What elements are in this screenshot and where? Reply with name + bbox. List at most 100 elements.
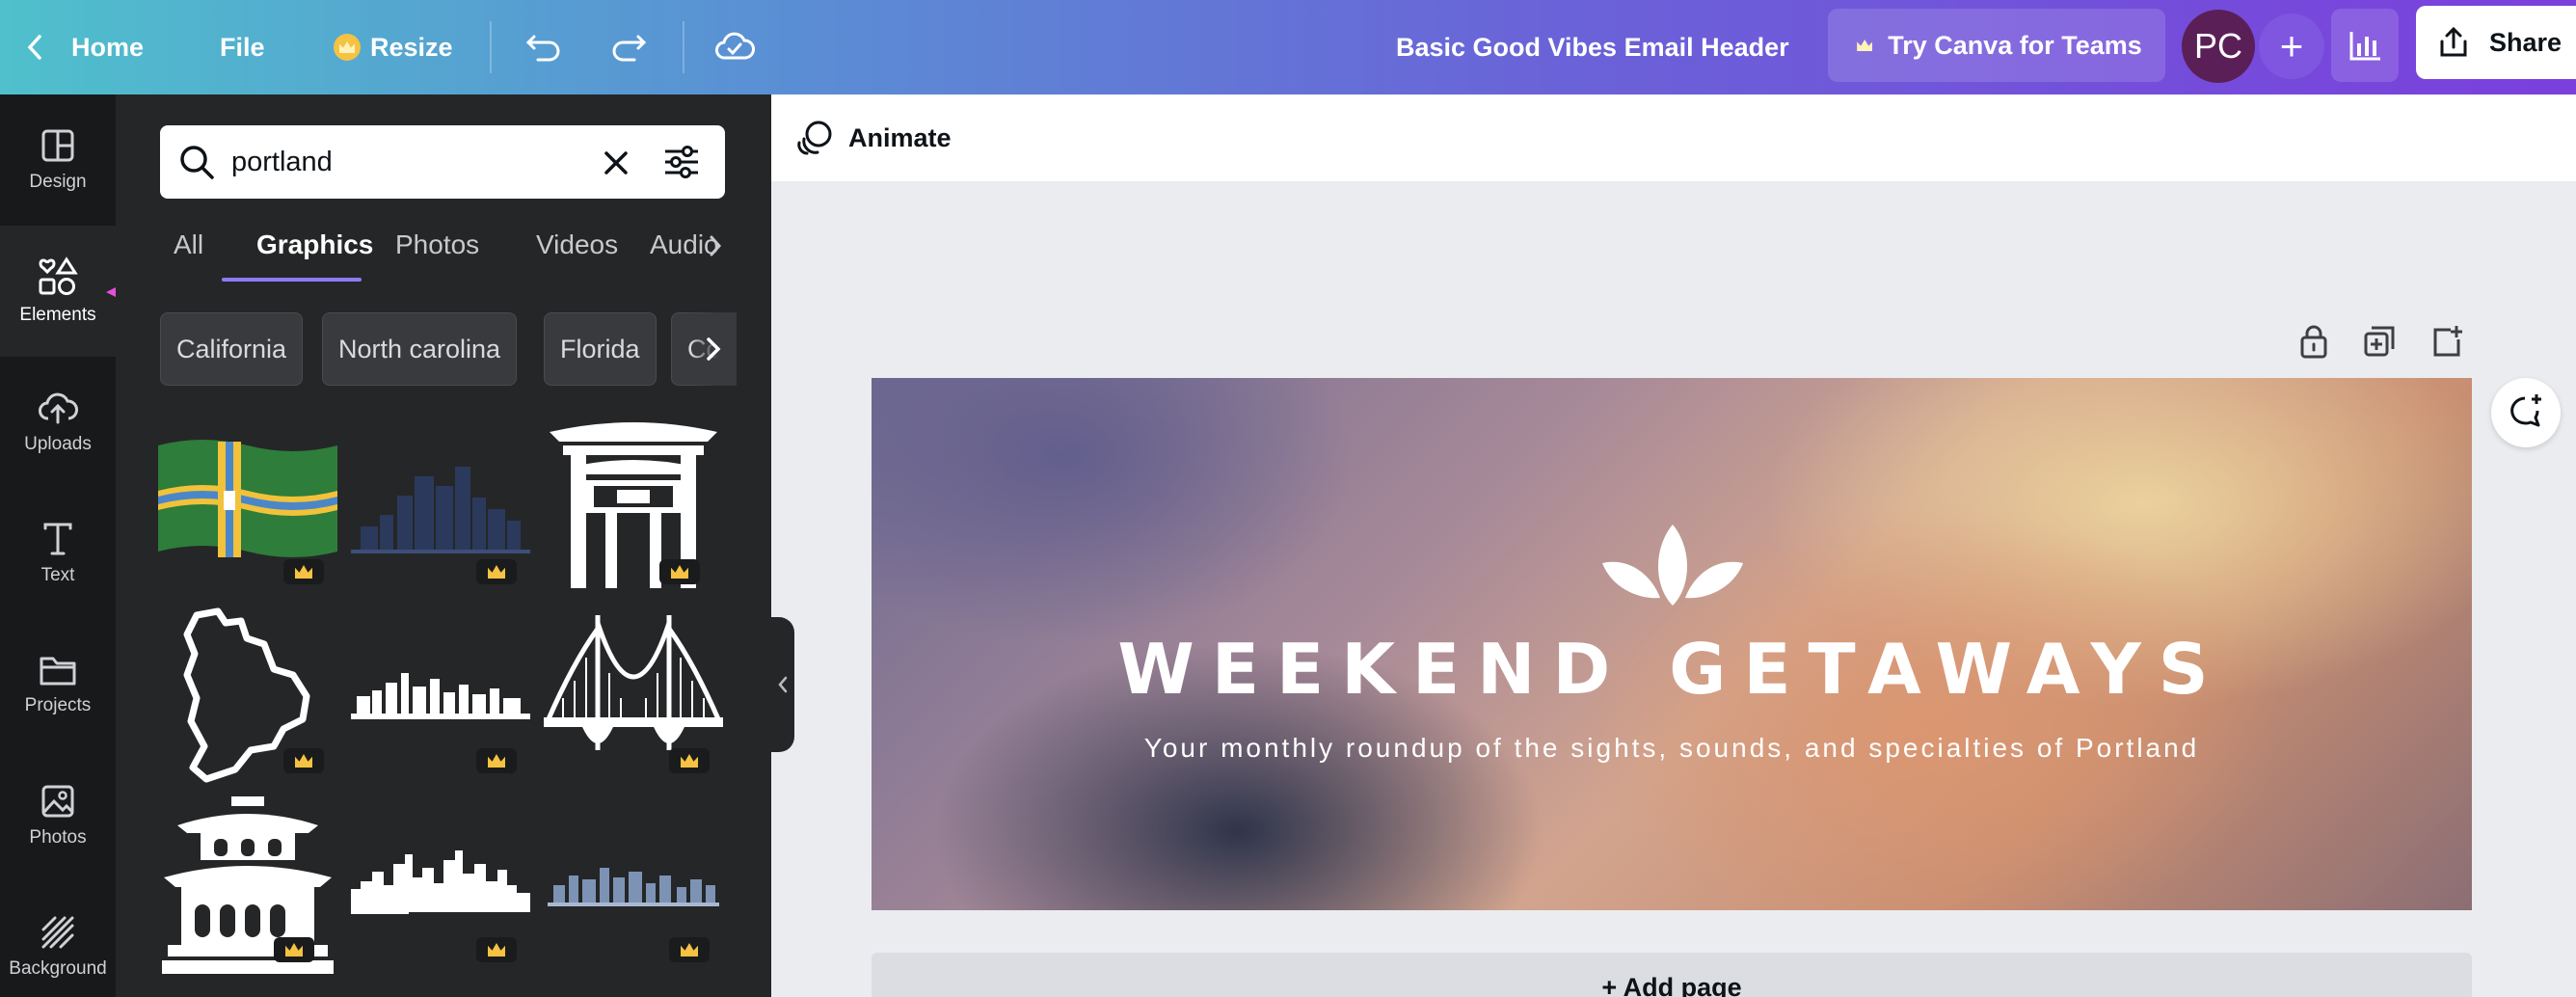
tab-graphics[interactable]: Graphics [256,224,373,282]
try-canva-teams-button[interactable]: Try Canva for Teams [1828,9,2165,82]
premium-badge [283,748,324,773]
graphic-item-st-johns-bridge[interactable] [544,606,723,785]
share-button[interactable]: Share [2416,6,2576,79]
premium-badge [476,559,517,584]
add-page-button[interactable]: + Add page [872,953,2472,997]
lock-icon[interactable] [2298,324,2329,359]
add-collaborator-button[interactable]: + [2259,13,2324,79]
graphic-item-city-skyline[interactable] [351,418,530,598]
search-field[interactable]: portland [160,125,725,199]
clear-icon[interactable] [602,148,631,177]
design-canvas[interactable]: WEEKEND GETAWAYS Your monthly roundup of… [872,378,2472,910]
home-label: Home [71,32,145,62]
animate-label: Animate [848,122,952,152]
top-bar: Home File Resize Basic Good Vibes Email … [0,0,2576,94]
insights-button[interactable] [2331,9,2399,82]
crown-icon [1851,32,1878,59]
sidebar-item-label: Photos [29,827,87,848]
design-subheadline[interactable]: Your monthly roundup of the sights, soun… [872,733,2472,764]
chips-scroll-button[interactable] [690,312,737,386]
animate-button[interactable]: Animate [794,118,952,158]
graphic-item-pagoda[interactable] [158,796,337,976]
sidebar-item-background[interactable]: Background [0,881,116,997]
add-page-icon[interactable] [2429,324,2464,359]
tab-videos[interactable]: Videos [536,224,618,282]
layout-icon [41,129,74,162]
shapes-icon [39,256,78,295]
toolbar-divider [683,21,684,73]
sidebar-item-photos[interactable]: Photos [0,750,116,881]
chevron-right-icon[interactable] [706,231,725,260]
sidebar-item-label: Projects [24,695,92,715]
design-headline[interactable]: WEEKEND GETAWAYS [872,629,2472,710]
tab-all[interactable]: All [174,224,203,282]
redo-button[interactable] [609,0,648,94]
left-sidebar: Design Elements Uploads Text Projects Ph… [0,94,116,997]
sidebar-item-projects[interactable]: Projects [0,619,116,750]
teams-label: Try Canva for Teams [1888,30,2142,60]
redo-icon [612,35,647,62]
graphic-item-chinatown-gate[interactable] [544,413,723,592]
file-label: File [220,32,265,62]
filter-icon[interactable] [661,143,702,181]
crown-icon [487,940,506,959]
cloud-check-icon [715,32,755,60]
suggestion-chip[interactable]: North carolina [322,312,518,386]
share-icon [2440,26,2467,57]
suggestion-chip[interactable]: Florida [544,312,657,386]
toolbar-divider [490,21,492,73]
document-title[interactable]: Basic Good Vibes Email Header [1396,0,1789,94]
collapse-panel-button[interactable] [771,617,794,752]
undo-icon [525,35,560,62]
premium-badge [669,937,710,962]
sidebar-item-label: Uploads [24,434,92,454]
graphic-item-skyline-solid[interactable] [351,796,530,976]
comment-add-icon [2510,394,2541,427]
duplicate-page-icon[interactable] [2362,324,2397,359]
premium-badge [283,559,324,584]
resize-button[interactable]: Resize [334,0,453,94]
plus-icon: + [2279,23,2304,68]
chevron-right-icon [707,337,721,361]
crown-icon [680,751,699,770]
graphic-item-skyline-blue[interactable] [544,796,723,976]
premium-badge [669,748,710,773]
active-tab-indicator [222,278,362,282]
elements-panel: portland All Graphics Photos Videos Audi… [116,94,771,997]
crown-icon [487,562,506,581]
sidebar-item-label: Elements [19,305,96,325]
crown-icon [670,562,689,581]
add-comment-button[interactable] [2491,378,2561,447]
resize-label: Resize [370,32,453,62]
avatar[interactable]: PC [2182,10,2255,83]
image-icon [41,785,74,818]
search-input[interactable]: portland [231,125,333,199]
crown-icon [294,562,313,581]
graphic-item-oregon-outline[interactable] [158,606,337,785]
sidebar-item-design[interactable]: Design [0,94,116,226]
share-label: Share [2489,27,2563,57]
chevron-left-icon [27,35,41,60]
crown-icon [284,940,304,959]
graphic-item-skyline-thin[interactable] [351,606,530,785]
text-icon [43,523,72,555]
background-pattern-icon [41,916,74,949]
tab-photos[interactable]: Photos [395,224,479,282]
sidebar-item-text[interactable]: Text [0,488,116,619]
animate-icon [797,121,832,155]
crown-icon [680,940,699,959]
cloud-save-status[interactable] [713,0,756,94]
portland-flag-graphic [158,440,337,557]
suggestion-chip[interactable]: California [160,312,304,386]
cloud-upload-icon [39,392,78,424]
search-tabs: All Graphics Photos Videos Audio [160,224,738,282]
home-button[interactable]: Home [25,0,144,94]
premium-badge [274,937,314,962]
file-menu-button[interactable]: File [220,0,265,94]
sidebar-item-label: Text [40,565,75,585]
sidebar-item-elements[interactable]: Elements [0,226,116,357]
sidebar-item-uploads[interactable]: Uploads [0,357,116,488]
sidebar-item-label: Design [29,172,87,192]
undo-button[interactable] [524,0,563,94]
graphic-item-portland-flag[interactable] [158,418,337,598]
